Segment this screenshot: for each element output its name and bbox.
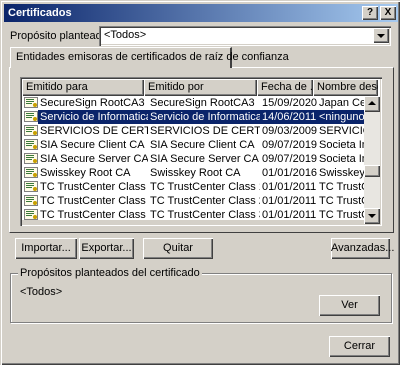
- export-button[interactable]: Exportar...: [79, 238, 134, 259]
- table-cell: Swisskey Root: [319, 167, 367, 179]
- certificates-dialog: Certificados ? X Propósito planteado: <T…: [0, 0, 400, 365]
- table-cell: 09/07/2019: [262, 153, 318, 165]
- table-cell: Servicio de Informatica: [40, 111, 148, 123]
- table-cell: Swisskey Root CA: [40, 167, 131, 179]
- certificate-icon: [24, 181, 38, 192]
- column-header-issued-by[interactable]: Emitido por: [144, 79, 257, 96]
- purpose-label: Propósito planteado:: [10, 30, 111, 42]
- purpose-select-value: <Todos>: [104, 29, 147, 41]
- table-row[interactable]: TC TrustCenter Class 2 CATC TrustCenter …: [22, 194, 367, 208]
- table-cell: SecureSign RootCA3: [40, 97, 145, 109]
- table-cell: TC TrustCenter Class 2 CA: [40, 195, 148, 207]
- advanced-button[interactable]: Avanzadas...: [331, 238, 394, 259]
- table-cell: TC TrustCent: [319, 195, 367, 207]
- window-title: Certificados: [8, 7, 72, 19]
- certificate-purposes-value: <Todos>: [20, 286, 63, 298]
- table-cell: SERVICIOS D: [319, 125, 367, 137]
- table-cell: SIA Secure Client CA: [40, 139, 145, 151]
- table-cell: TC TrustCenter Class 2 CA: [150, 195, 260, 207]
- table-cell: <ninguno>: [319, 111, 367, 123]
- table-row[interactable]: TC TrustCenter Class 1 CATC TrustCenter …: [22, 180, 367, 194]
- table-row[interactable]: Servicio de Informatica Servicio de Infor…: [22, 110, 367, 124]
- table-cell: SIA Secure Server CA: [150, 153, 259, 165]
- table-cell: TC TrustCenter Class 1 CA: [40, 181, 148, 193]
- table-cell: 09/07/2019: [262, 139, 318, 151]
- title-bar: Certificados ? X: [4, 4, 398, 22]
- certificate-purposes-legend: Propósitos planteados del certificado: [18, 267, 202, 279]
- table-cell: Societa Interb: [319, 153, 367, 165]
- scroll-thumb[interactable]: [364, 165, 380, 177]
- view-button[interactable]: Ver: [319, 295, 380, 316]
- table-row[interactable]: SIA Secure Server CA SIA Secure Server CA…: [22, 152, 367, 166]
- remove-button[interactable]: Quitar: [143, 238, 213, 259]
- column-header-expiration[interactable]: Fecha de ...: [257, 79, 313, 96]
- table-cell: Societa Interb: [319, 139, 367, 151]
- table-cell: TC TrustCenter Class 1 CA: [150, 181, 260, 193]
- table-row[interactable]: SERVICIOS DE CERTIFIC...SERVICIOS DE CER…: [22, 124, 367, 138]
- table-cell: 09/03/2009: [262, 125, 318, 137]
- table-row[interactable]: SecureSign RootCA3 SecureSign RootCA3 15/0…: [22, 96, 367, 110]
- tab-trusted-root-cas[interactable]: Entidades emisoras de certificados de ra…: [10, 47, 289, 68]
- table-cell: SIA Secure Client CA: [150, 139, 255, 151]
- purpose-select[interactable]: <Todos>: [99, 26, 391, 46]
- certificate-icon: [24, 125, 38, 136]
- horizontal-scrollbar[interactable]: [22, 220, 364, 224]
- table-cell: 15/09/2020: [262, 97, 318, 109]
- table-row[interactable]: Swisskey Root CA Swisskey Root CA 01/01/20…: [22, 166, 367, 180]
- certificate-icon: [24, 167, 38, 178]
- chevron-down-icon[interactable]: [373, 28, 389, 43]
- help-button[interactable]: ?: [362, 6, 378, 20]
- table-cell: Servicio de Informatica: [150, 111, 260, 123]
- table-cell: Japan Certific: [319, 97, 367, 109]
- certificate-icon: [24, 97, 38, 108]
- import-button[interactable]: Importar...: [15, 238, 77, 259]
- column-header-issued-to[interactable]: Emitido para: [22, 79, 144, 96]
- table-cell: 01/01/2011: [262, 181, 317, 193]
- close-window-button[interactable]: X: [380, 6, 396, 20]
- column-header-friendly-name[interactable]: Nombre desc: [313, 79, 378, 96]
- table-cell: SecureSign RootCA3: [150, 97, 255, 109]
- certificate-icon: [24, 153, 38, 164]
- certificate-icon: [24, 111, 38, 122]
- close-button[interactable]: Cerrar: [329, 336, 390, 357]
- certificate-list[interactable]: Emitido para Emitido por Fecha de ... No…: [20, 77, 382, 226]
- table-cell: 14/06/2011: [262, 111, 317, 123]
- list-rows: SecureSign RootCA3 SecureSign RootCA3 15/0…: [22, 96, 367, 222]
- table-cell: 01/01/2011: [262, 195, 317, 207]
- table-cell: SERVICIOS DE CERTIFIC...: [40, 125, 148, 137]
- table-row[interactable]: SIA Secure Client CA SIA Secure Client CA…: [22, 138, 367, 152]
- table-cell: TC TrustCent: [319, 181, 367, 193]
- scroll-down-icon[interactable]: [364, 208, 380, 224]
- vertical-scrollbar[interactable]: [364, 96, 380, 224]
- certificate-icon: [24, 139, 38, 150]
- scroll-up-icon[interactable]: [364, 96, 380, 112]
- table-cell: 01/01/2016: [262, 167, 318, 179]
- table-cell: SERVICIOS DE CERTIFIC...: [150, 125, 260, 137]
- table-cell: Swisskey Root CA: [150, 167, 241, 179]
- table-cell: SIA Secure Server CA: [40, 153, 148, 165]
- list-header: Emitido para Emitido por Fecha de ... No…: [22, 79, 378, 96]
- certificate-icon: [24, 195, 38, 206]
